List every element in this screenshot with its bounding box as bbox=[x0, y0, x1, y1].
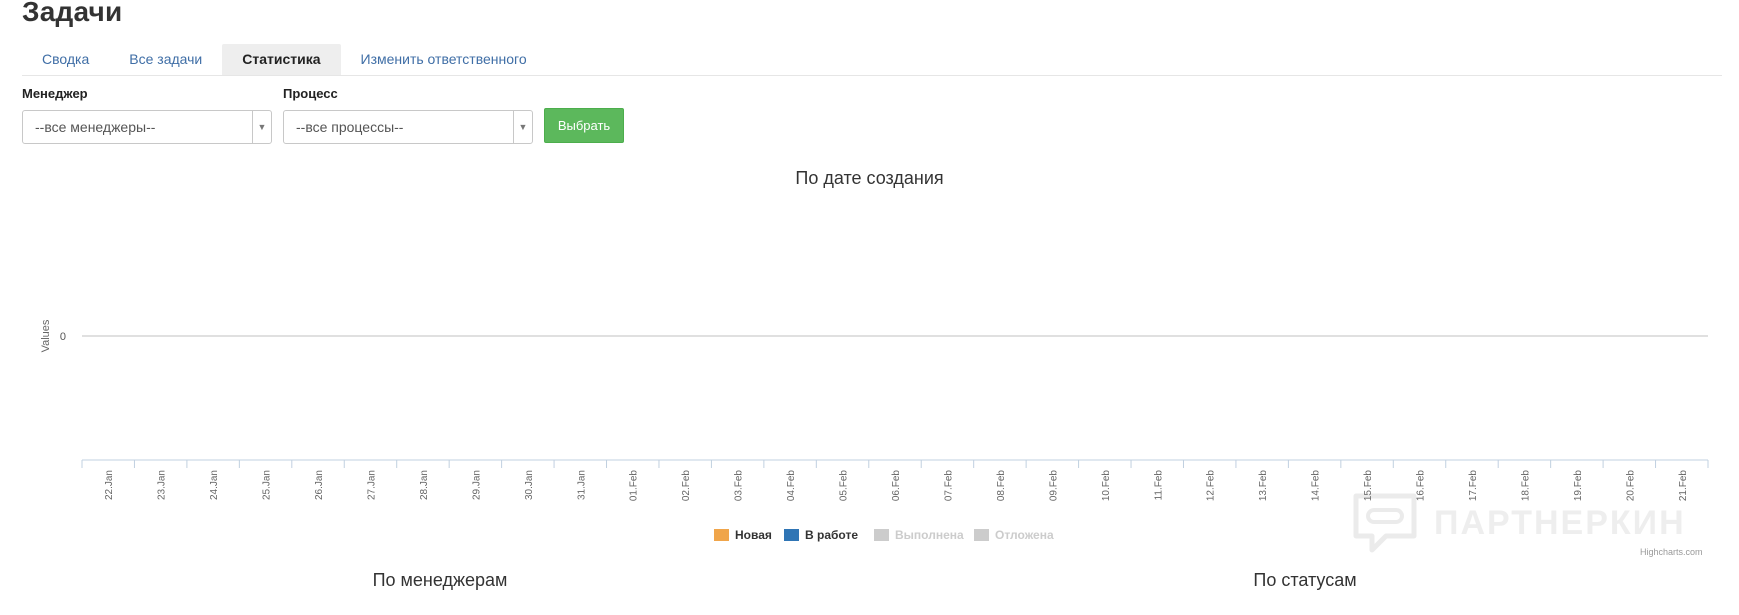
x-tick-label: 03.Feb bbox=[734, 470, 745, 502]
x-tick-label: 05.Feb bbox=[839, 470, 850, 502]
x-tick-label: 30.Jan bbox=[524, 470, 535, 500]
chart-title-by-statuses: По статусам bbox=[1253, 570, 1357, 590]
x-tick-label: 02.Feb bbox=[681, 470, 692, 502]
x-tick-label: 11.Feb bbox=[1153, 470, 1164, 501]
x-tick-label: 24.Jan bbox=[209, 470, 220, 500]
legend-swatch bbox=[714, 529, 729, 541]
x-tick-label: 10.Feb bbox=[1101, 470, 1112, 502]
x-tick-label: 09.Feb bbox=[1048, 470, 1059, 502]
watermark-text: ПАРТНЕРКИН bbox=[1434, 503, 1686, 542]
x-tick-label: 31.Jan bbox=[576, 470, 587, 500]
x-tick-label: 28.Jan bbox=[419, 470, 430, 500]
chat-bubble-icon bbox=[1353, 493, 1417, 553]
x-tick-label: 29.Jan bbox=[471, 470, 482, 500]
legend-swatch bbox=[974, 529, 989, 541]
x-tick-label: 07.Feb bbox=[943, 470, 954, 502]
x-tick-label: 01.Feb bbox=[629, 470, 640, 502]
x-tick-label: 06.Feb bbox=[891, 470, 902, 502]
legend-item[interactable]: Отложена bbox=[995, 528, 1054, 542]
x-tick-label: 14.Feb bbox=[1311, 470, 1322, 502]
legend-item[interactable]: Новая bbox=[735, 528, 772, 542]
legend-item[interactable]: В работе bbox=[805, 528, 858, 542]
x-tick-label: 13.Feb bbox=[1258, 470, 1269, 502]
x-tick-label: 22.Jan bbox=[104, 470, 115, 500]
y-axis-title: Values bbox=[40, 319, 52, 352]
y-tick-label: 0 bbox=[60, 331, 66, 343]
x-tick-label: 27.Jan bbox=[366, 470, 377, 500]
x-tick-label: 04.Feb bbox=[786, 470, 797, 502]
x-tick-label: 26.Jan bbox=[314, 470, 325, 500]
x-tick-label: 08.Feb bbox=[996, 470, 1007, 502]
legend-swatch bbox=[874, 529, 889, 541]
x-tick-label: 23.Jan bbox=[157, 470, 168, 500]
legend-swatch bbox=[784, 529, 799, 541]
legend-item[interactable]: Выполнена bbox=[895, 528, 964, 542]
x-tick-label: 25.Jan bbox=[262, 470, 273, 500]
chart-title-by-managers: По менеджерам bbox=[372, 570, 508, 590]
x-tick-label: 12.Feb bbox=[1206, 470, 1217, 502]
watermark: ПАРТНЕРКИН bbox=[1350, 488, 1686, 558]
